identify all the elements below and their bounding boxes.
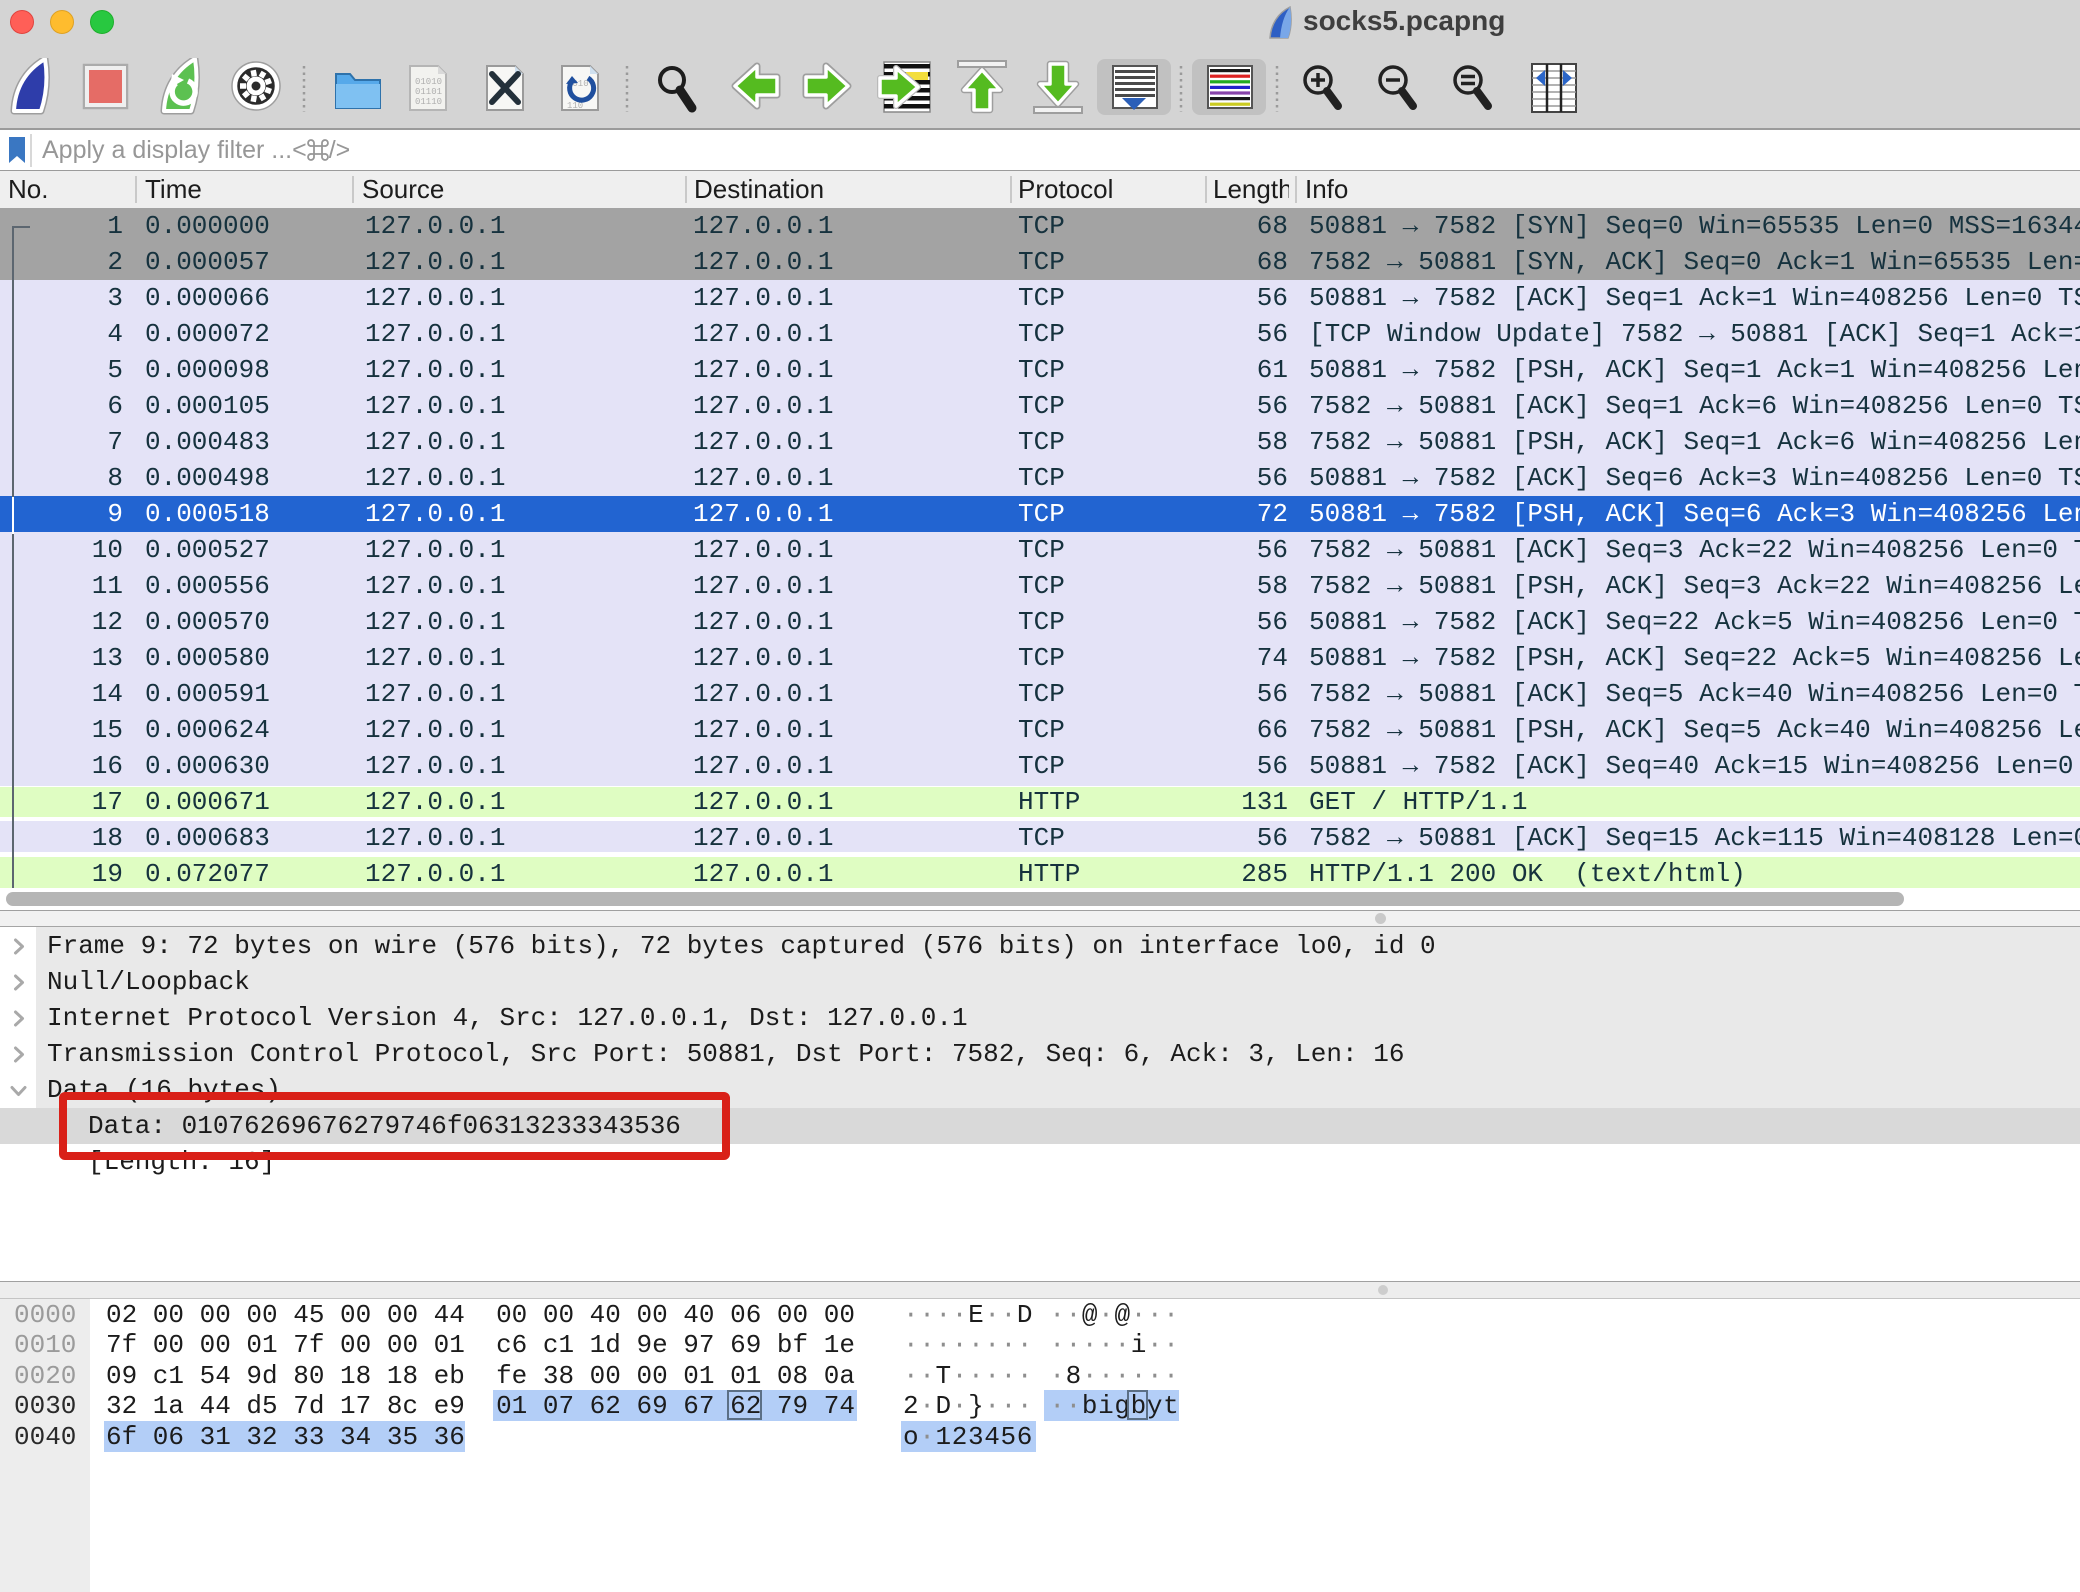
svg-text:01110: 01110 [415,97,442,107]
svg-text:01010: 01010 [415,77,442,87]
svg-text:01101: 01101 [415,87,442,97]
